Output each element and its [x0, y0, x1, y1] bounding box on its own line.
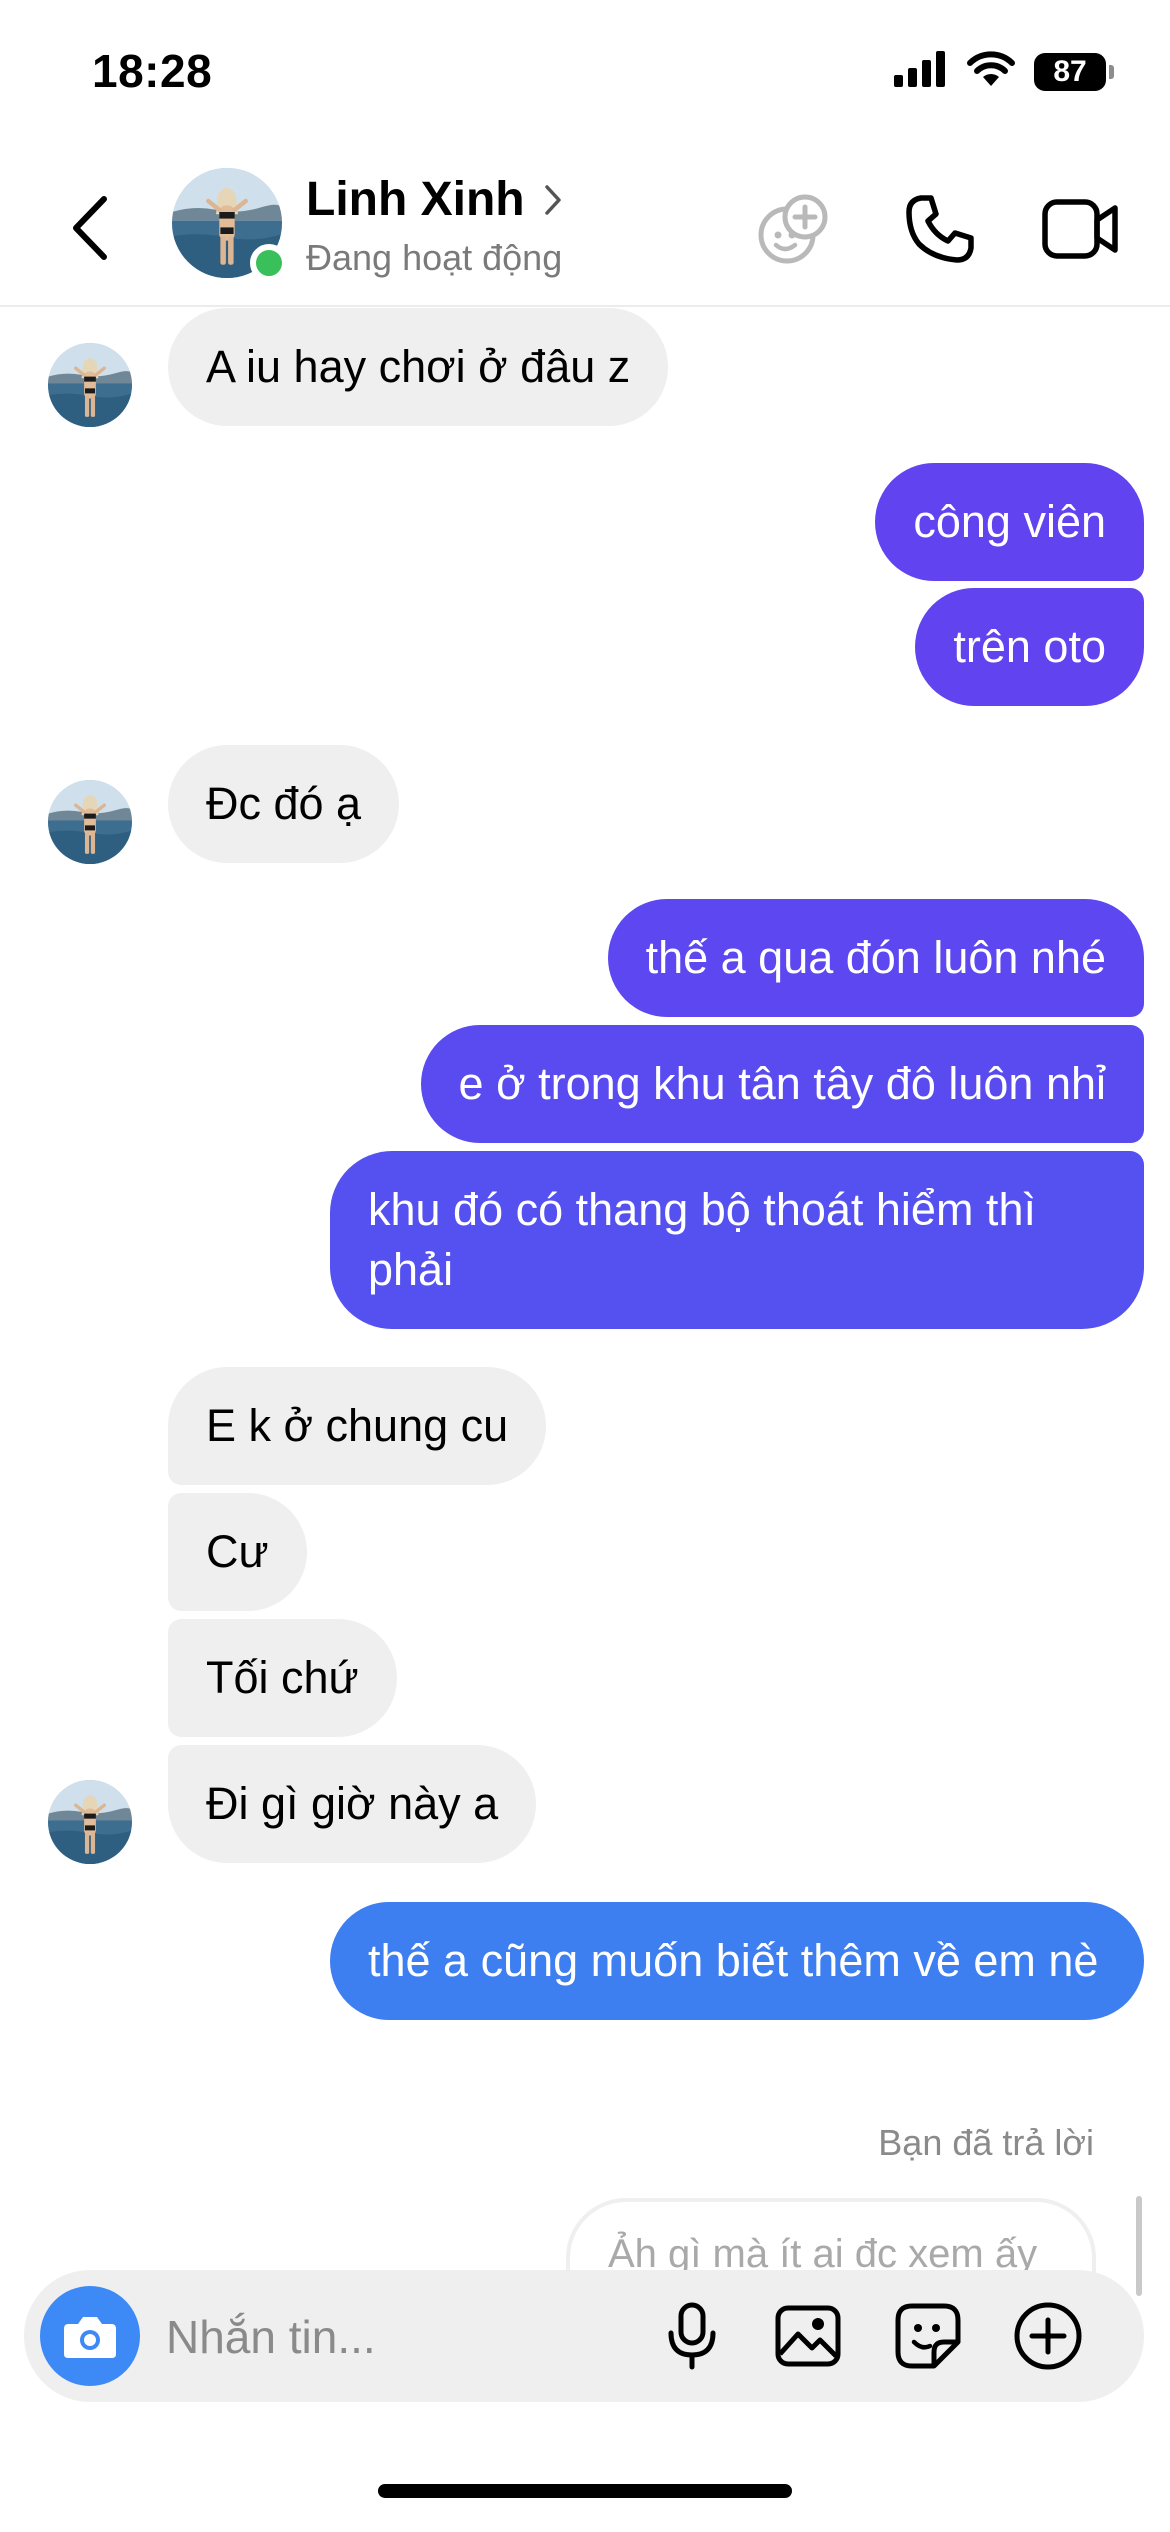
- message-bubble-incoming[interactable]: A iu hay chơi ở đâu z: [168, 308, 669, 426]
- message-bubble-outgoing[interactable]: thế a cũng muốn biết thêm về em nè: [330, 1902, 1144, 2020]
- video-call-button[interactable]: [1038, 186, 1124, 272]
- message-bubble-incoming[interactable]: E k ở chung cu: [168, 1367, 547, 1485]
- contact-name: Linh Xinh: [306, 173, 525, 226]
- gallery-button[interactable]: [768, 2296, 848, 2376]
- contact-avatar-small[interactable]: [48, 1780, 132, 1864]
- message-input[interactable]: [166, 2308, 666, 2366]
- status-icons: 87: [894, 50, 1114, 93]
- message-bubble-incoming[interactable]: Cư: [168, 1493, 307, 1611]
- microphone-icon: [668, 2302, 716, 2370]
- phone-icon: [906, 195, 974, 263]
- battery-level: 87: [1034, 52, 1106, 91]
- battery-icon: 87: [1034, 52, 1114, 91]
- status-bar: 18:28 87: [0, 0, 1170, 150]
- cellular-signal-icon: [894, 51, 948, 92]
- message-bubble-outgoing[interactable]: thế a qua đón luôn nhé: [607, 899, 1144, 1017]
- contact-avatar-small[interactable]: [48, 343, 132, 427]
- status-time: 18:28: [92, 45, 213, 97]
- message-bubble-outgoing[interactable]: trên oto: [915, 588, 1144, 706]
- voice-message-button[interactable]: [652, 2296, 732, 2376]
- contact-status: Đang hoạt động: [306, 237, 563, 278]
- online-dot: [250, 244, 288, 282]
- camera-icon: [64, 2317, 116, 2358]
- message-bubble-outgoing[interactable]: khu đó có thang bộ thoát hiểm thì phải: [330, 1151, 1144, 1329]
- back-chevron-icon: [73, 196, 107, 260]
- voice-call-button[interactable]: [897, 186, 983, 272]
- contact-avatar-small[interactable]: [48, 780, 132, 864]
- plus-circle-icon: [1014, 2302, 1082, 2370]
- contact-avatar[interactable]: [172, 168, 288, 282]
- video-camera-icon: [1042, 199, 1118, 259]
- chevron-right-icon: [544, 184, 561, 215]
- add-effect-button[interactable]: [752, 186, 838, 272]
- wifi-icon: [966, 50, 1016, 93]
- gallery-icon: [775, 2305, 841, 2367]
- message-composer: [24, 2270, 1144, 2402]
- camera-button[interactable]: [40, 2286, 140, 2386]
- more-options-button[interactable]: [1008, 2296, 1088, 2376]
- home-indicator[interactable]: [378, 2484, 792, 2498]
- add-effect-icon: [758, 194, 828, 264]
- scrollbar[interactable]: [1136, 2196, 1142, 2296]
- back-button[interactable]: [60, 188, 120, 268]
- message-bubble-outgoing[interactable]: e ở trong khu tân tây đô luôn nhỉ: [420, 1025, 1144, 1143]
- sticker-icon: [895, 2303, 961, 2369]
- chat-header: Linh Xinh Đang hoạt động: [0, 150, 1170, 307]
- message-bubble-incoming[interactable]: Tối chứ: [168, 1619, 397, 1737]
- message-bubble-outgoing[interactable]: công viên: [875, 463, 1144, 581]
- reply-note: Bạn đã trả lời: [878, 2122, 1094, 2163]
- message-bubble-incoming[interactable]: Đc đó ạ: [168, 745, 400, 863]
- contact-info[interactable]: Linh Xinh Đang hoạt động: [306, 172, 563, 279]
- message-bubble-incoming[interactable]: Đi gì giờ này a: [168, 1745, 537, 1863]
- sticker-button[interactable]: [888, 2296, 968, 2376]
- reply-preview[interactable]: Ảh gì mà ít ai đc xem ấy: [566, 2198, 1096, 2278]
